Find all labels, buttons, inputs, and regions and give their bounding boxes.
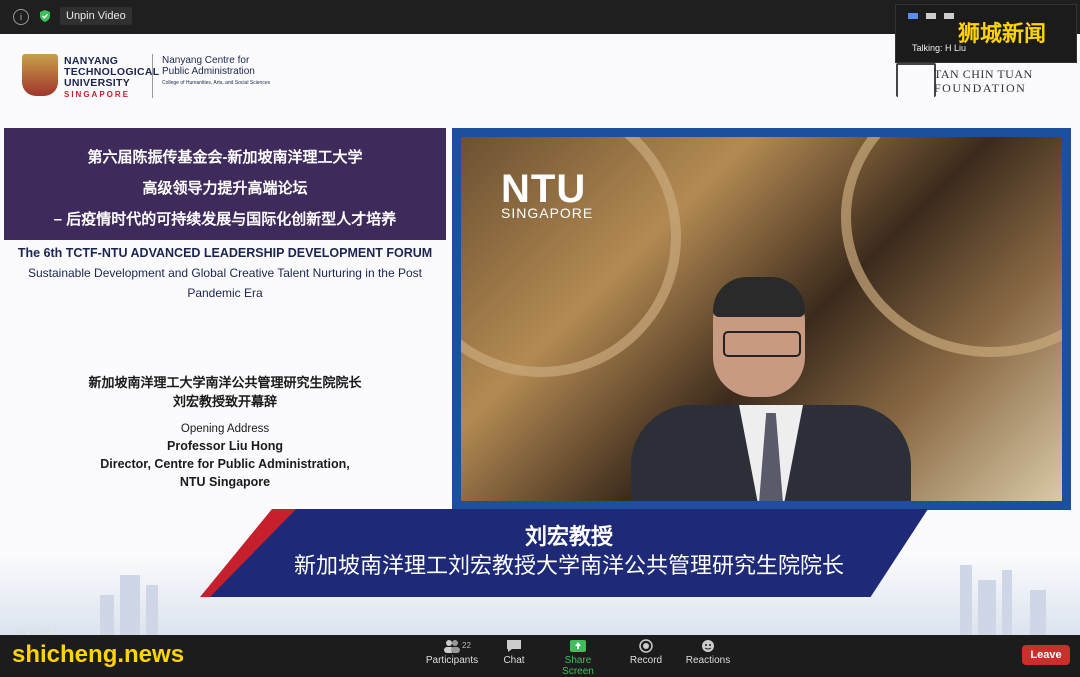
- banner-title: 新加坡南洋理工刘宏教授大学南洋公共管理研究生院院长: [293, 553, 844, 578]
- share-screen-button[interactable]: Share Screen: [548, 639, 608, 677]
- ntu-name-line: UNIVERSITY: [64, 77, 131, 89]
- record-icon: [639, 639, 653, 653]
- reactions-icon: [702, 640, 714, 652]
- unpin-video-button[interactable]: Unpin Video: [60, 7, 132, 25]
- chat-icon: [507, 640, 521, 652]
- centre-subtitle: College of Humanities, Arts, and Social …: [162, 80, 271, 86]
- share-screen-icon: [570, 640, 586, 652]
- cn-title-line: – 后疫情时代的可持续发展与国际化创新型人才培养: [53, 211, 397, 228]
- arch-icon: [896, 63, 936, 97]
- cn-title-line: 第六届陈振传基金会-新加坡南洋理工大学: [87, 149, 363, 166]
- speaker-video-frame: NTU SINGAPORE: [452, 128, 1071, 510]
- tan-chin-tuan-logo: TAN CHIN TUAN FOUNDATION: [896, 63, 1066, 97]
- logo-divider: [152, 54, 153, 98]
- speaker-person: [631, 277, 911, 501]
- leave-button[interactable]: Leave: [1022, 645, 1070, 665]
- reactions-button[interactable]: Reactions: [684, 639, 732, 673]
- participants-count: 22: [462, 641, 471, 650]
- site-watermark-en: shicheng.news: [12, 641, 185, 668]
- site-watermark-cn: 狮城新闻: [958, 21, 1047, 46]
- ntu-logo: NANYANG TECHNOLOGICAL UNIVERSITY SINGAPO…: [22, 52, 322, 102]
- speaker-name: Professor Liu Hong: [167, 439, 283, 453]
- record-button[interactable]: Record: [628, 639, 664, 673]
- cn-speaker-title: 新加坡南洋理工大学南洋公共管理研究生院院长: [88, 375, 362, 390]
- participants-button[interactable]: Participants: [424, 639, 480, 673]
- fullscreen-icon[interactable]: [944, 13, 954, 19]
- glasses: [723, 331, 801, 357]
- en-title: The 6th TCTF-NTU ADVANCED LEADERSHIP DEV…: [17, 246, 433, 260]
- minimize-icon[interactable]: [908, 13, 918, 19]
- cn-speaker-title: 刘宏教授致开幕辞: [172, 394, 277, 409]
- participants-icon: [444, 640, 460, 653]
- ntu-crest-icon: [22, 54, 58, 96]
- shield-icon[interactable]: [38, 9, 52, 23]
- chinese-title-box: 第六届陈振传基金会-新加坡南洋理工大学 高级领导力提升高端论坛 – 后疫情时代的…: [4, 128, 446, 240]
- ntu-watermark-sub: SINGAPORE: [501, 205, 594, 221]
- centre-name: Nanyang Centre for Public Administration: [162, 55, 255, 77]
- en-subtitle: Sustainable Development and Global Creat…: [27, 266, 422, 280]
- info-icon[interactable]: i: [13, 9, 29, 25]
- speaker-affiliation: NTU Singapore: [179, 475, 271, 489]
- cn-title-line: 高级领导力提升高端论坛: [142, 180, 308, 197]
- speaker-video[interactable]: NTU SINGAPORE: [461, 137, 1062, 501]
- en-subtitle: Pandemic Era: [187, 286, 263, 300]
- speaker-role: Director, Centre for Public Administrati…: [100, 457, 350, 471]
- ntu-singapore-label: SINGAPORE: [64, 90, 131, 99]
- banner-name: 刘宏教授: [524, 524, 613, 549]
- restore-icon[interactable]: [926, 13, 936, 19]
- opening-address-label: Opening Address: [180, 423, 270, 435]
- chat-button[interactable]: Chat: [497, 639, 531, 673]
